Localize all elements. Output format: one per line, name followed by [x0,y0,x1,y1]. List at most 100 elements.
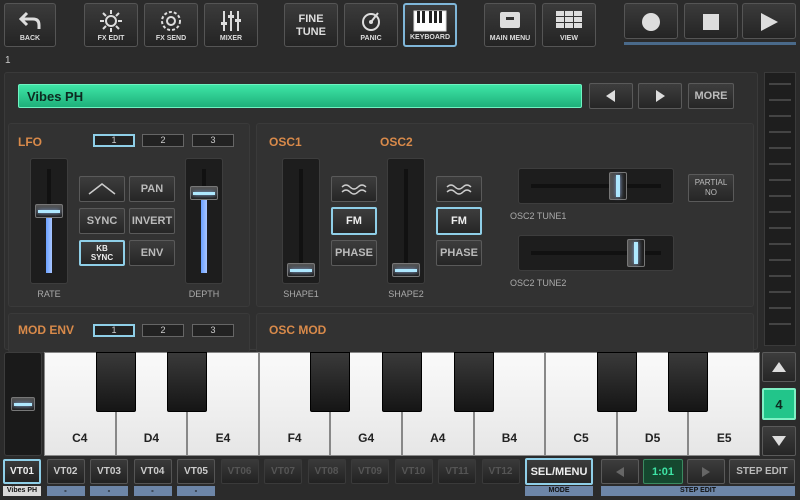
octave-down-button[interactable] [762,426,796,456]
osc2-phase-button[interactable]: PHASE [436,240,482,266]
key-label: C5 [573,431,589,445]
track-button-vt07[interactable]: VT07 [264,459,302,484]
osc2-tune1-slider[interactable] [518,168,674,204]
slider-knob[interactable] [608,172,627,200]
record-button[interactable] [624,3,678,39]
preset-prev-button[interactable] [589,83,633,109]
black-key[interactable] [167,352,208,412]
lfo-kb-sync-button[interactable]: KB SYNC [79,240,125,266]
scroll-grip [769,275,791,277]
osc1-title: OSC1 [269,135,302,149]
panel-scrollbar[interactable] [764,72,796,346]
main-menu-icon [500,12,520,28]
lfo-pan-button[interactable]: PAN [129,176,175,202]
sel-menu-button[interactable]: SEL/MENU [525,458,593,485]
black-key[interactable] [310,352,351,412]
mixer-button[interactable]: MIXER [204,3,258,47]
osc2-shape-slider[interactable] [387,158,425,284]
track-button-vt04[interactable]: VT04 [133,459,172,484]
track-button-vt03[interactable]: VT03 [90,459,128,484]
osc1-fm-button[interactable]: FM [331,207,377,235]
panic-button[interactable]: PANIC [344,3,398,47]
keyboard-button[interactable]: KEYBOARD [403,3,457,47]
back-button[interactable]: BACK [4,3,56,47]
lfo-title: LFO [18,135,42,149]
lfo-rate-slider[interactable] [30,158,68,284]
wheel-knob[interactable] [11,397,35,411]
preset-next-button[interactable] [638,83,682,109]
slider-knob[interactable] [35,203,63,218]
fine-tune-button[interactable]: FINE TUNE [284,3,338,47]
lfo-tab-1[interactable]: 1 [93,134,135,147]
osc2-tune2-slider[interactable] [518,235,674,271]
preset-name-display[interactable]: Vibes PH [18,84,582,108]
track-sub-label: - [177,486,215,496]
view-button[interactable]: VIEW [542,3,596,47]
mod-env-tab-3[interactable]: 3 [192,324,234,337]
pitch-wheel[interactable] [4,352,42,456]
track-button-vt08[interactable]: VT08 [307,459,346,484]
piano-keyboard: C4 D4 E4 F4 G4 A4 B4 C5 D5 E5 [44,352,760,456]
step-edit-button[interactable]: STEP EDIT [729,459,795,484]
osc2-title: OSC2 [380,135,413,149]
mod-env-tab-2[interactable]: 2 [142,324,184,337]
stop-button[interactable] [684,3,738,39]
track-button-vt06[interactable]: VT06 [220,459,259,484]
track-button-vt10[interactable]: VT10 [394,459,433,484]
slider-knob[interactable] [626,239,645,267]
fx-edit-button[interactable]: FX EDIT [84,3,138,47]
lfo-invert-button[interactable]: INVERT [129,208,175,234]
step-prev-button[interactable] [601,459,639,484]
slider-knob[interactable] [287,263,315,277]
osc2-fm-button[interactable]: FM [436,207,482,235]
osc1-wave-button[interactable] [331,176,377,202]
lfo-depth-slider[interactable] [185,158,223,284]
octave-up-button[interactable] [762,352,796,382]
slider-knob[interactable] [190,185,218,200]
track-button-vt05[interactable]: VT05 [177,459,215,484]
step-next-button[interactable] [687,459,725,484]
slot-number: 1 [5,55,11,66]
lfo-env-button[interactable]: ENV [129,240,175,266]
triangle-right-icon [702,466,710,477]
slider-track [531,184,661,188]
sine-wave-icon [341,184,367,195]
view-grid-icon [556,11,582,28]
lfo-tab-3[interactable]: 3 [192,134,234,147]
osc1-phase-button[interactable]: PHASE [331,240,377,266]
track-button-vt12[interactable]: VT12 [481,459,520,484]
black-key[interactable] [382,352,422,412]
osc1-shape-slider[interactable] [282,158,320,284]
slider-fill [46,217,52,273]
step-edit-label: STEP EDIT [601,486,795,496]
track-button-vt09[interactable]: VT09 [351,459,389,484]
partial-button[interactable]: PARTIAL NO [688,174,734,202]
fine-tune-label-1: FINE [298,13,324,25]
key-label: E5 [716,431,732,445]
lfo-sync-button[interactable]: SYNC [79,208,125,234]
scroll-grip [769,211,791,213]
osc2-wave-button[interactable] [436,176,482,202]
osc2-tune1-label: OSC2 TUNE1 [510,211,567,221]
keyboard-label: KEYBOARD [409,34,451,41]
fx-send-button[interactable]: FX SEND [144,3,198,47]
lfo-rate-label: RATE [37,289,61,299]
fx-edit-icon [100,10,122,32]
black-key[interactable] [95,352,136,412]
lfo-tab-2[interactable]: 2 [142,134,184,147]
track-button-vt11[interactable]: VT11 [438,459,476,484]
mod-env-tab-1[interactable]: 1 [93,324,135,337]
slider-knob[interactable] [392,263,420,277]
track-button-vt02[interactable]: VT02 [46,459,85,484]
key-label: G4 [358,431,375,445]
track-sub-label: - [133,486,172,496]
lfo-wave-triangle-button[interactable] [79,176,125,202]
main-menu-button[interactable]: MAIN MENU [484,3,536,47]
track-button-vt01[interactable]: VT01 [3,459,41,484]
play-button[interactable] [742,3,796,39]
black-key[interactable] [596,352,637,412]
osc-mod-panel [256,313,754,353]
black-key[interactable] [453,352,494,412]
black-key[interactable] [668,352,709,412]
preset-more-button[interactable]: MORE [688,83,734,109]
